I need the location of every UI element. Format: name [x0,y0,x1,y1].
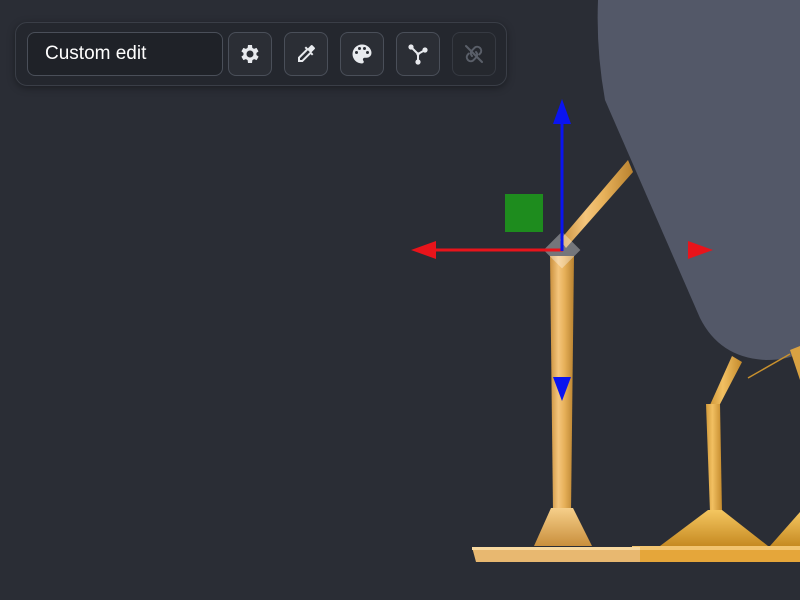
unlink-button[interactable] [452,32,496,76]
vertex-graph-icon [408,44,428,65]
scene-canvas[interactable] [0,0,800,600]
gear-icon [241,45,259,63]
gizmo-z-pos-arrow[interactable] [553,99,571,124]
edit-toolbar: Custom edit [15,22,507,86]
right-leg-mesh[interactable] [632,346,800,562]
body-mesh[interactable] [597,0,800,360]
material-palette-button[interactable] [340,32,384,76]
vertex-edit-button[interactable] [396,32,440,76]
gizmo-xz-plane-handle[interactable] [505,194,543,232]
edit-mode-select[interactable]: Custom edit [27,32,223,76]
3d-viewport[interactable]: Custom edit [0,0,800,600]
palette-icon [352,44,372,64]
eyedropper-icon [298,45,315,62]
edit-mode-label: Custom edit [45,43,147,64]
gizmo-x-neg-arrow[interactable] [411,241,436,259]
left-leg-mesh[interactable] [472,160,640,562]
unlink-icon [465,45,483,63]
settings-button[interactable] [228,32,272,76]
color-picker-button[interactable] [284,32,328,76]
